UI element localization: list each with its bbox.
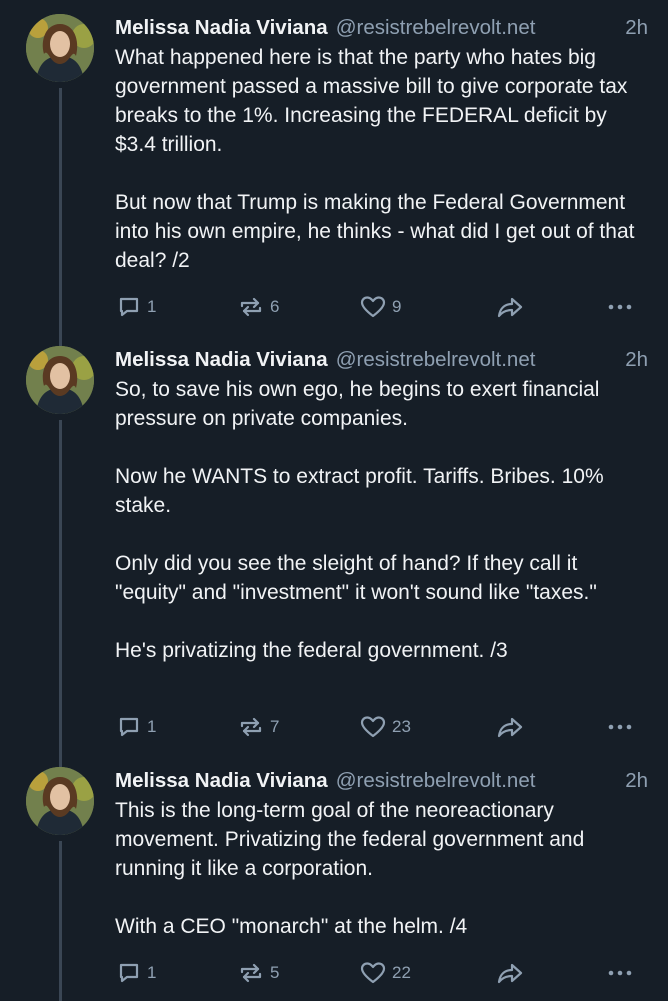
avatar-column xyxy=(26,346,94,414)
post-time[interactable]: 2h xyxy=(625,767,648,795)
repost-count: 6 xyxy=(270,297,280,316)
heart-icon xyxy=(360,295,386,319)
more-button[interactable] xyxy=(607,303,633,311)
post-body: So, to save his own ego, he begins to ex… xyxy=(115,375,648,665)
author-name[interactable]: Melissa Nadia Viviana xyxy=(115,346,328,374)
avatar[interactable] xyxy=(26,14,94,82)
reply-count: 1 xyxy=(147,963,157,982)
like-count: 22 xyxy=(392,963,411,982)
reply-icon xyxy=(117,961,141,985)
like-button[interactable]: 23 xyxy=(360,715,411,739)
share-icon xyxy=(496,715,524,739)
author-name[interactable]: Melissa Nadia Viviana xyxy=(115,14,328,42)
repost-button[interactable]: 6 xyxy=(238,295,279,319)
post-header: Melissa Nadia Viviana @resistrebelrevolt… xyxy=(115,346,648,374)
post-content: Melissa Nadia Viviana @resistrebelrevolt… xyxy=(115,346,648,665)
avatar[interactable] xyxy=(26,346,94,414)
like-button[interactable]: 22 xyxy=(360,961,411,985)
post-time[interactable]: 2h xyxy=(625,14,648,42)
avatar-column xyxy=(26,767,94,835)
repost-count: 7 xyxy=(270,717,280,736)
repost-icon xyxy=(238,295,264,319)
post-content: Melissa Nadia Viviana @resistrebelrevolt… xyxy=(115,14,648,275)
action-bar: 1 6 9 xyxy=(0,292,668,322)
repost-button[interactable]: 5 xyxy=(238,961,279,985)
share-button[interactable] xyxy=(496,295,524,319)
post-content: Melissa Nadia Viviana @resistrebelrevolt… xyxy=(115,767,648,941)
reply-count: 1 xyxy=(147,297,157,316)
reply-count: 1 xyxy=(147,717,157,736)
reply-button[interactable]: 1 xyxy=(117,715,156,739)
action-bar: 1 5 22 xyxy=(0,958,668,988)
more-icon xyxy=(607,723,633,731)
avatar[interactable] xyxy=(26,767,94,835)
author-handle[interactable]: @resistrebelrevolt.net xyxy=(336,767,536,795)
more-icon xyxy=(607,969,633,977)
post-paragraph: But now that Trump is making the Federal… xyxy=(115,191,635,272)
post-paragraph: Now he WANTS to extract profit. Tariffs.… xyxy=(115,465,604,517)
repost-icon xyxy=(238,961,264,985)
post-body: What happened here is that the party who… xyxy=(115,43,648,275)
more-icon xyxy=(607,303,633,311)
post-paragraph: This is the long-term goal of the neorea… xyxy=(115,799,585,880)
more-button[interactable] xyxy=(607,723,633,731)
author-handle[interactable]: @resistrebelrevolt.net xyxy=(336,346,536,374)
like-count: 9 xyxy=(392,297,402,316)
post-paragraph: With a CEO "monarch" at the helm. /4 xyxy=(115,915,468,938)
reply-icon xyxy=(117,715,141,739)
author-name[interactable]: Melissa Nadia Viviana xyxy=(115,767,328,795)
like-button[interactable]: 9 xyxy=(360,295,401,319)
avatar-column xyxy=(26,14,94,82)
share-icon xyxy=(496,295,524,319)
share-button[interactable] xyxy=(496,961,524,985)
post-header: Melissa Nadia Viviana @resistrebelrevolt… xyxy=(115,767,648,795)
like-count: 23 xyxy=(392,717,411,736)
reply-button[interactable]: 1 xyxy=(117,961,156,985)
action-bar: 1 7 23 xyxy=(0,712,668,742)
reply-button[interactable]: 1 xyxy=(117,295,156,319)
author-handle[interactable]: @resistrebelrevolt.net xyxy=(336,14,536,42)
repost-count: 5 xyxy=(270,963,280,982)
heart-icon xyxy=(360,715,386,739)
post-header: Melissa Nadia Viviana @resistrebelrevolt… xyxy=(115,14,648,42)
share-button[interactable] xyxy=(496,715,524,739)
reply-icon xyxy=(117,295,141,319)
thread: Melissa Nadia Viviana @resistrebelrevolt… xyxy=(0,0,668,1001)
post-body: This is the long-term goal of the neorea… xyxy=(115,796,648,941)
post-paragraph: So, to save his own ego, he begins to ex… xyxy=(115,378,600,430)
repost-button[interactable]: 7 xyxy=(238,715,279,739)
repost-icon xyxy=(238,715,264,739)
heart-icon xyxy=(360,961,386,985)
more-button[interactable] xyxy=(607,969,633,977)
post-time[interactable]: 2h xyxy=(625,346,648,374)
post-paragraph: What happened here is that the party who… xyxy=(115,46,628,156)
post-paragraph: He's privatizing the federal government.… xyxy=(115,639,508,662)
post-paragraph: Only did you see the sleight of hand? If… xyxy=(115,552,597,604)
share-icon xyxy=(496,961,524,985)
